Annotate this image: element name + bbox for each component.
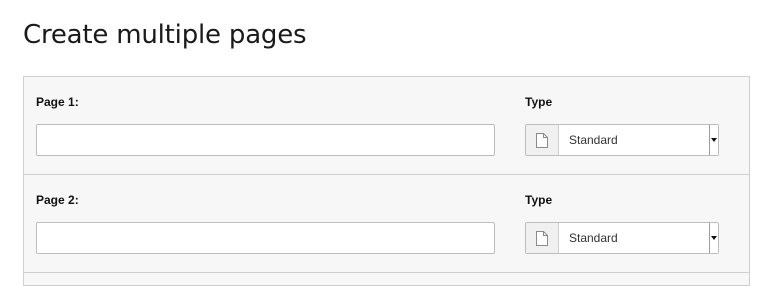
page-title: Create multiple pages — [23, 20, 307, 50]
page-title-input[interactable] — [36, 124, 495, 156]
page-title-label: Page 1: — [36, 95, 79, 109]
page-title-input[interactable] — [36, 222, 495, 254]
page-row-1: Page 1: Type Standard — [24, 77, 749, 175]
page-row-2: Page 2: Type Standard — [24, 175, 749, 273]
chevron-down-icon — [709, 223, 718, 253]
chevron-down-icon — [709, 125, 718, 155]
page-type-select[interactable]: Standard — [525, 124, 719, 156]
page-doc-icon — [526, 125, 559, 155]
page-doc-icon — [526, 223, 559, 253]
page-title-label: Page 2: — [36, 193, 79, 207]
page-type-value: Standard — [569, 231, 618, 245]
page-type-label: Type — [525, 95, 553, 109]
page-type-value: Standard — [569, 133, 618, 147]
pages-form: Page 1: Type Standard Page 2: Type Stand… — [23, 76, 750, 286]
page-type-select[interactable]: Standard — [525, 222, 719, 254]
page-type-label: Type — [525, 193, 553, 207]
